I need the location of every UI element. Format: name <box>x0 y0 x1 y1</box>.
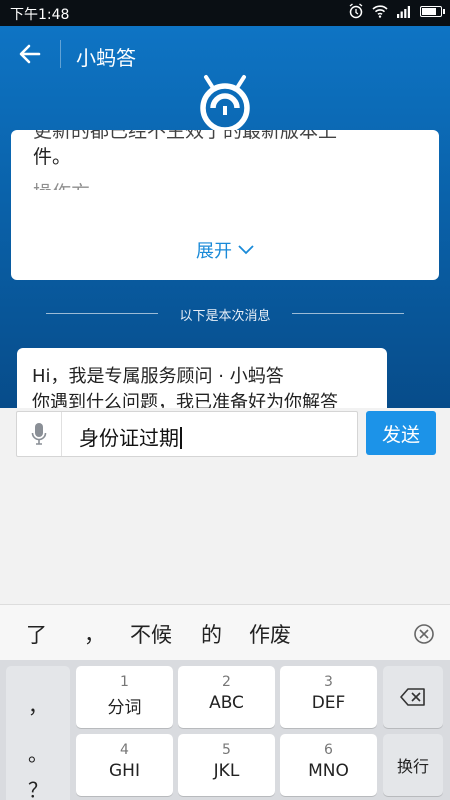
history-card: 更新的都已经不生效了的最新版本上 件。 操作方 展开 <box>11 130 439 280</box>
history-faded-line: 操作方 <box>33 180 93 190</box>
chat-area[interactable]: 小蚂答 更新的都已经不生效了的最新版本上 件。 操作方 展开 以下是本次消息 H… <box>0 26 450 408</box>
punctuation-key[interactable]: ？ <box>6 774 70 800</box>
punctuation-column: ， 。 ？ <box>6 666 70 800</box>
key-label: DEF <box>311 693 346 713</box>
backspace-icon <box>400 688 425 706</box>
key-number: 5 <box>222 742 231 758</box>
punctuation-key[interactable]: ， <box>6 690 70 719</box>
candidate-item[interactable]: ， <box>84 619 105 649</box>
status-time: 下午1:48 <box>10 7 70 23</box>
empty-area <box>0 464 450 604</box>
history-line: 件。 <box>33 146 72 168</box>
text-cursor <box>180 427 182 449</box>
separator-label: 以下是本次消息 <box>179 309 271 324</box>
candidate-item[interactable]: 了 <box>26 619 47 649</box>
key-label: MNO <box>308 761 349 781</box>
ime-candidate-bar: 了 ， 不候 的 作废 <box>0 604 450 660</box>
newline-label: 换行 <box>396 757 429 776</box>
status-bar: 下午1:48 <box>0 0 450 26</box>
key-label: JKL <box>213 761 240 781</box>
key-5[interactable]: 5 JKL <box>178 734 275 796</box>
expand-button[interactable]: 展开 <box>11 237 439 263</box>
key-number: 3 <box>324 674 333 690</box>
key-number: 4 <box>120 742 129 758</box>
input-text: 身份证过期 <box>79 426 179 450</box>
message-line: Hi，我是专属服务顾问 · 小蚂答 <box>32 366 284 387</box>
battery-icon <box>420 5 445 17</box>
punctuation-key[interactable]: 。 <box>6 738 70 767</box>
app-bar-divider <box>60 40 61 68</box>
key-number: 1 <box>120 674 129 690</box>
assistant-message: Hi，我是专属服务顾问 · 小蚂答 你遇到什么问题，我已准备好为你解答 <box>17 348 387 408</box>
message-input[interactable]: 身份证过期 <box>16 411 358 457</box>
backspace-key[interactable] <box>383 666 443 728</box>
key-4[interactable]: 4 GHI <box>76 734 173 796</box>
mascot-logo-icon <box>200 75 250 132</box>
key-2[interactable]: 2 ABC <box>178 666 275 728</box>
signal-icon <box>397 6 410 18</box>
input-row: 身份证过期 发送 <box>0 408 450 464</box>
key-1[interactable]: 1 分词 <box>76 666 173 728</box>
page-title: 小蚂答 <box>76 46 136 70</box>
arrow-left-icon <box>19 44 41 64</box>
candidate-item[interactable]: 不候 <box>130 619 172 649</box>
alarm-icon <box>349 3 363 19</box>
newline-key[interactable]: 换行 <box>383 734 443 796</box>
history-cut-line: 更新的都已经不生效了的最新版本上 <box>33 130 338 142</box>
message-input-value: 身份证过期 <box>79 422 182 451</box>
chevron-down-icon <box>238 245 254 255</box>
key-number: 2 <box>222 674 231 690</box>
close-candidates-icon[interactable] <box>413 623 435 645</box>
wifi-icon <box>372 5 388 18</box>
message-separator: 以下是本次消息 <box>0 304 450 324</box>
voice-input-button[interactable] <box>17 412 62 456</box>
ime-keyboard: ， 。 ？ 1 分词 2 ABC 3 DEF 4 GHI 5 JKL 6 MNO… <box>0 660 450 800</box>
key-number: 6 <box>324 742 333 758</box>
microphone-icon <box>31 423 47 445</box>
status-icons <box>348 3 445 19</box>
separator-line-right <box>292 313 404 314</box>
key-label: GHI <box>109 761 140 781</box>
key-6[interactable]: 6 MNO <box>280 734 377 796</box>
candidate-item[interactable]: 的 <box>201 619 222 649</box>
message-line: 你遇到什么问题，我已准备好为你解答 <box>32 392 338 408</box>
key-label: 分词 <box>107 698 142 718</box>
key-label: ABC <box>209 693 244 713</box>
key-3[interactable]: 3 DEF <box>280 666 377 728</box>
expand-label: 展开 <box>196 241 232 262</box>
send-button[interactable]: 发送 <box>366 411 436 455</box>
back-button[interactable] <box>10 36 50 72</box>
candidate-item[interactable]: 作废 <box>249 619 291 649</box>
message-text: Hi，我是专属服务顾问 · 小蚂答 你遇到什么问题，我已准备好为你解答 <box>32 364 387 408</box>
